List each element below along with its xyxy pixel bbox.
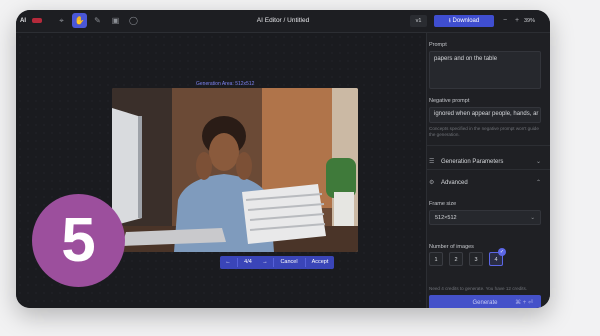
generated-image[interactable]: [112, 88, 358, 252]
credits-note: Need 4 credits to generate. You have 12 …: [429, 286, 528, 291]
images-option-2[interactable]: 2: [449, 252, 463, 266]
step-number-badge: 5: [32, 194, 125, 287]
negative-prompt-label: Negative prompt: [429, 98, 470, 104]
settings-panel: Prompt papers and on the table Negative …: [426, 33, 550, 308]
top-toolbar: AI ⌖ ✋ ✎ ▣ ◯ AI Editor / Untitled v1 ⭳ D…: [16, 10, 550, 33]
image-edit-toolbar: ← 4/4 → Cancel Accept: [220, 256, 334, 269]
prompt-label: Prompt: [429, 42, 447, 48]
next-arrow-icon[interactable]: →: [258, 256, 272, 269]
zoom-out-button[interactable]: −: [500, 15, 510, 27]
version-select[interactable]: v1: [410, 15, 427, 27]
frame-size-select[interactable]: 512×512 ⌄: [429, 210, 541, 225]
advanced-label: Advanced: [441, 180, 468, 186]
download-button[interactable]: ⭳ Download: [434, 15, 494, 27]
frame-size-label: Frame size: [429, 201, 457, 207]
cancel-button[interactable]: Cancel: [274, 256, 304, 269]
advanced-section[interactable]: ⚙ Advanced ⌃: [427, 174, 550, 192]
image-counter: 4/4: [244, 259, 252, 265]
images-option-1[interactable]: 1: [429, 252, 443, 266]
frame-size-value: 512×512: [435, 215, 457, 221]
download-label: Download: [452, 18, 480, 24]
chevron-up-icon: ⌃: [535, 180, 541, 186]
divider: [427, 145, 550, 146]
prompt-input[interactable]: papers and on the table: [429, 51, 541, 89]
generated-image-illustration: [112, 88, 358, 252]
gear-icon: ⚙: [429, 180, 435, 186]
generate-shortcut: ⌘ + ⏎: [515, 300, 533, 306]
previous-arrow-icon[interactable]: ←: [220, 256, 236, 269]
checkmark-icon: ✓: [498, 248, 506, 256]
generation-area-label: Generation Area: 512x512: [196, 81, 255, 87]
accept-button[interactable]: Accept: [306, 256, 334, 269]
generate-button[interactable]: Generate ⌘ + ⏎: [429, 295, 541, 308]
images-option-3[interactable]: 3: [469, 252, 483, 266]
zoom-in-button[interactable]: +: [512, 15, 522, 27]
negative-prompt-hint: Concepts specified in the negative promp…: [429, 126, 539, 137]
number-of-images-label: Number of images: [429, 244, 474, 250]
zoom-level[interactable]: 39%: [524, 15, 546, 27]
negative-prompt-input[interactable]: ignored when appear people, hands, ar: [429, 107, 541, 123]
divider: [427, 169, 550, 170]
chevron-down-icon: ⌄: [530, 215, 535, 221]
